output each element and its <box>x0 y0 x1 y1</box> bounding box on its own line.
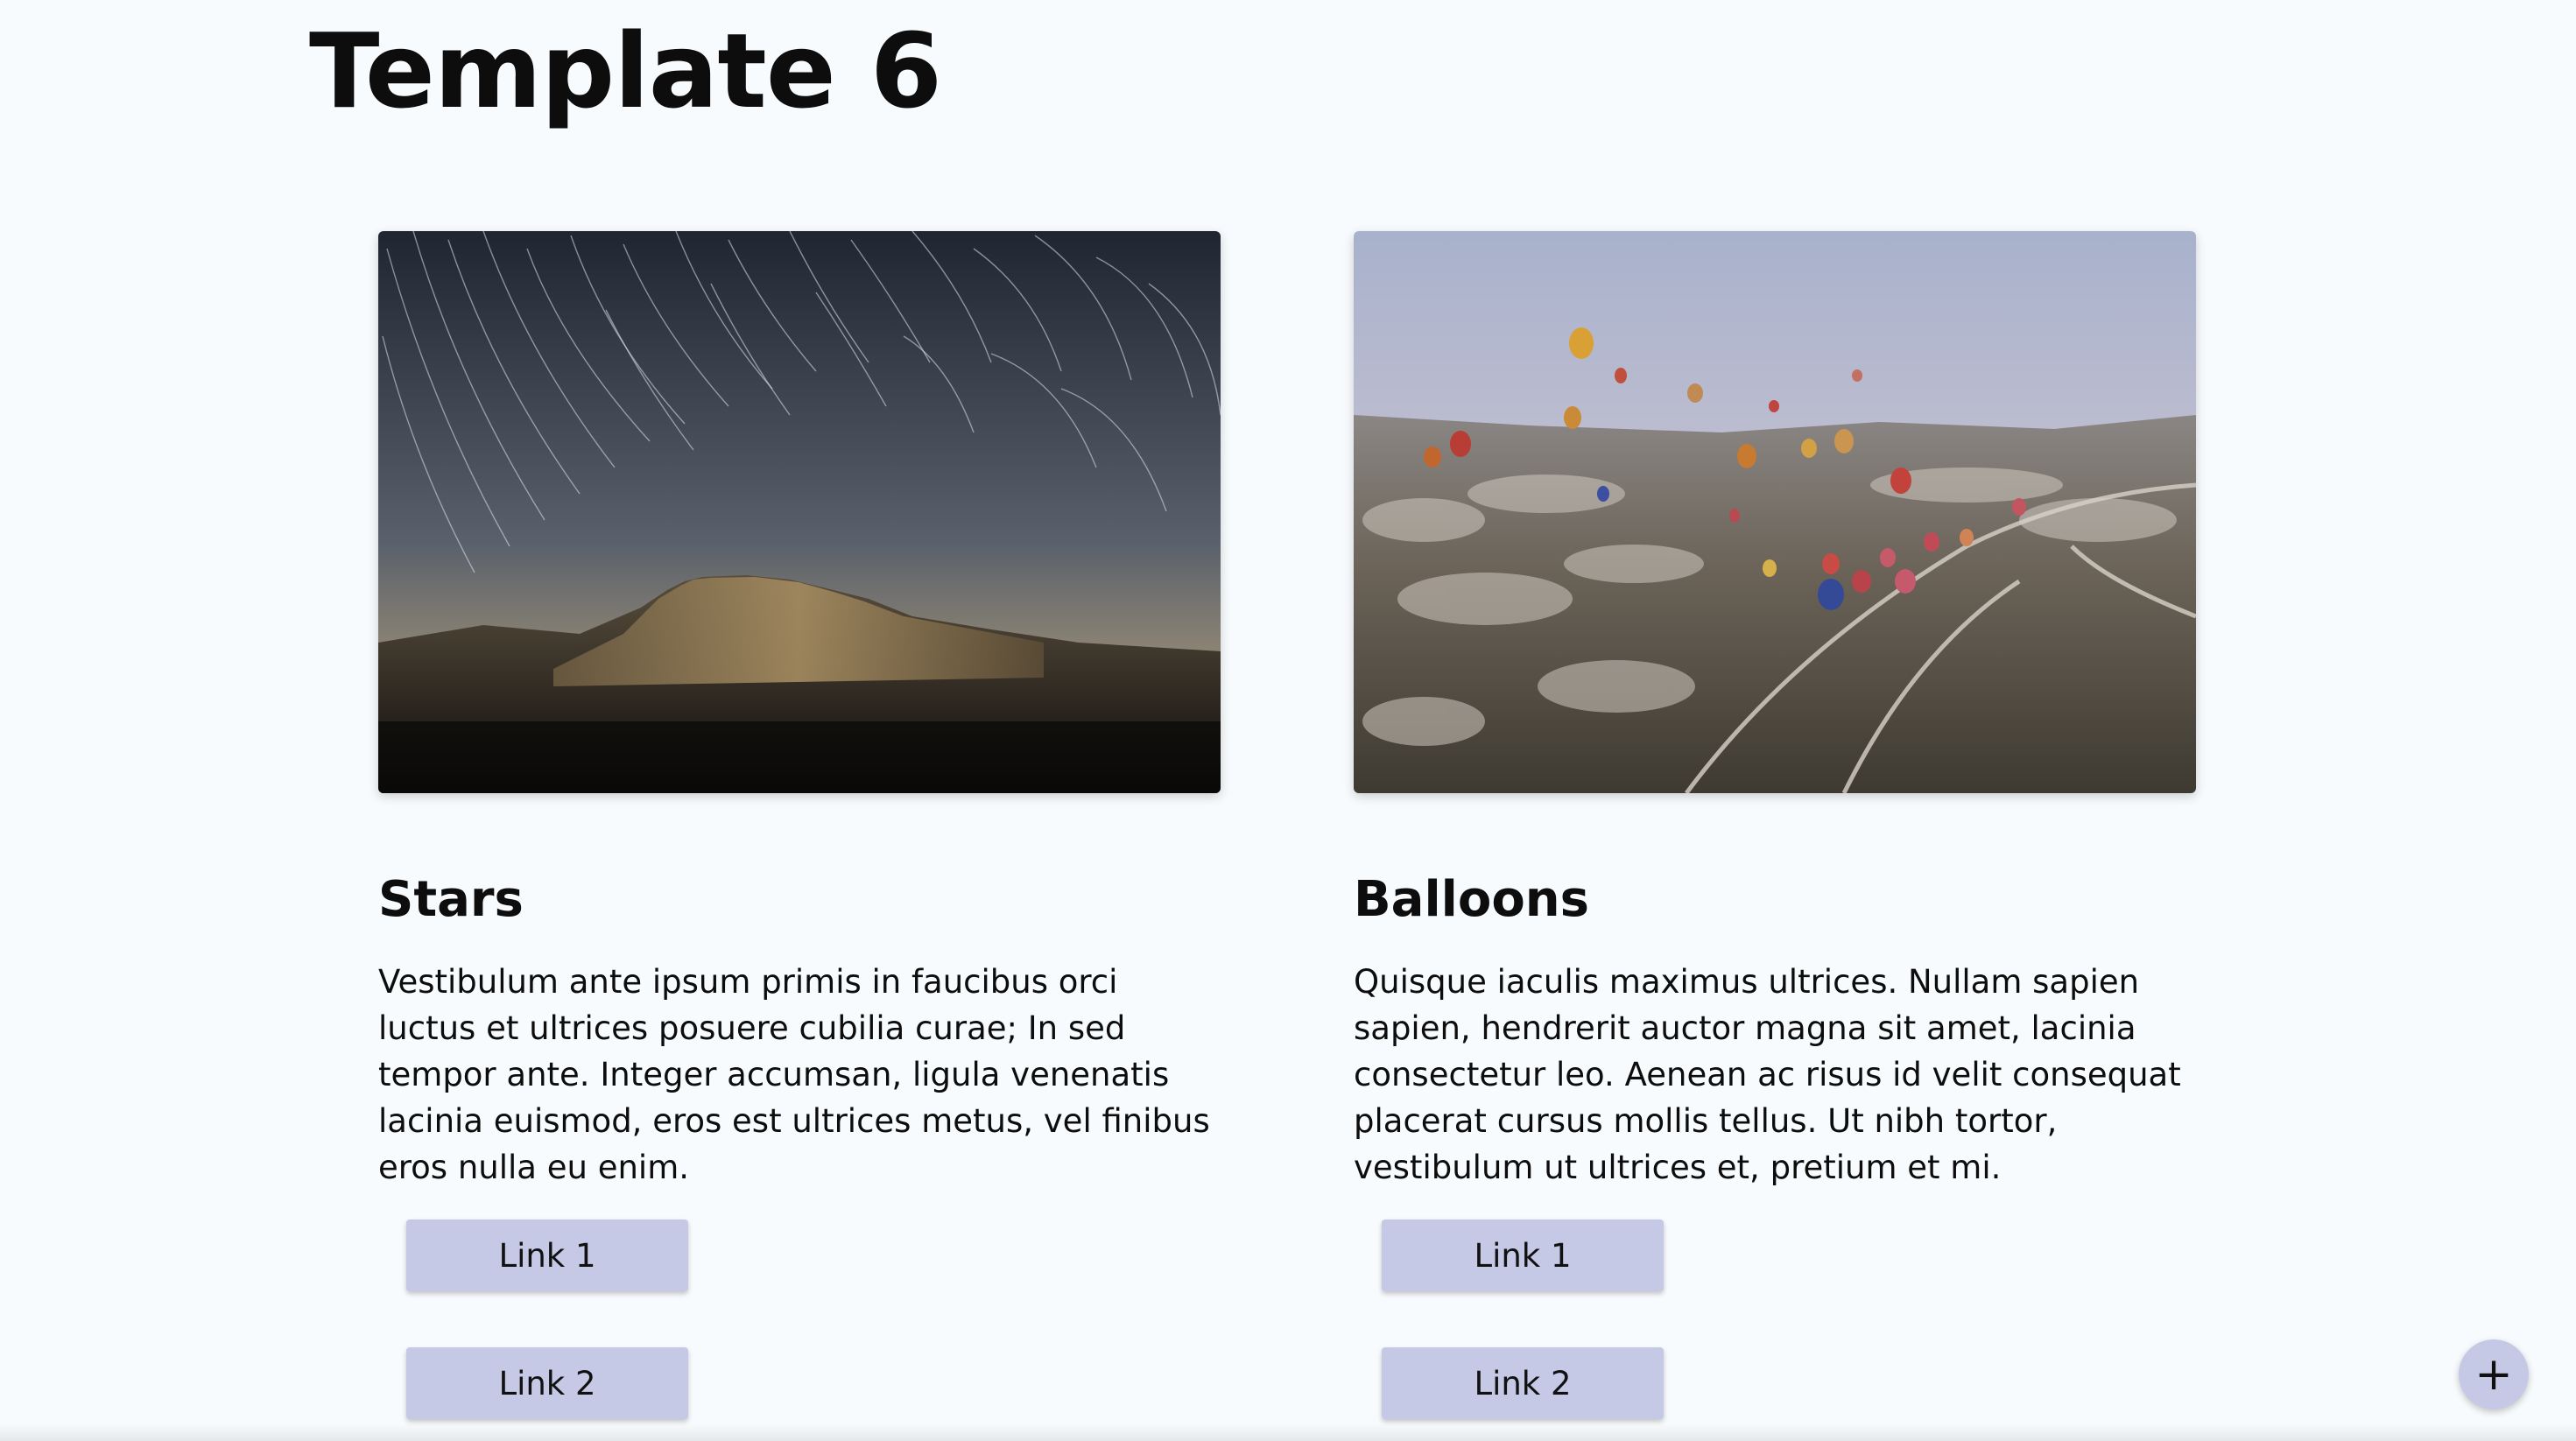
card-title: Stars <box>378 871 524 928</box>
card-stars: Stars Vestibulum ante ipsum primis in fa… <box>378 231 1221 1191</box>
stars-links: Link 1 Link 2 <box>406 1220 688 1441</box>
card-title: Balloons <box>1354 871 1590 928</box>
card-text: Quisque iaculis maximus ultrices. Nullam… <box>1354 963 2181 1187</box>
balloons-image <box>1354 231 2196 793</box>
stars-link-1-button[interactable]: Link 1 <box>406 1220 688 1291</box>
balloons-link-1-button[interactable]: Link 1 <box>1382 1220 1664 1291</box>
star-trails-photo <box>378 231 1221 793</box>
add-button[interactable]: + <box>2459 1339 2529 1409</box>
plus-icon: + <box>2474 1348 2513 1401</box>
page: Template 6 Stars Vestibulum ante ipsum p… <box>0 0 2576 1441</box>
card-balloons: Balloons Quisque iaculis maximus ultrice… <box>1354 231 2196 1191</box>
page-title: Template 6 <box>309 11 942 131</box>
stars-image <box>378 231 1221 793</box>
balloons-links: Link 1 Link 2 <box>1382 1220 1664 1441</box>
bottom-edge-shadow <box>0 1423 2576 1441</box>
card-text: Vestibulum ante ipsum primis in faucibus… <box>378 963 1210 1187</box>
balloons-link-2-button[interactable]: Link 2 <box>1382 1347 1664 1419</box>
hot-air-balloons-photo <box>1354 231 2196 793</box>
stars-link-2-button[interactable]: Link 2 <box>406 1347 688 1419</box>
